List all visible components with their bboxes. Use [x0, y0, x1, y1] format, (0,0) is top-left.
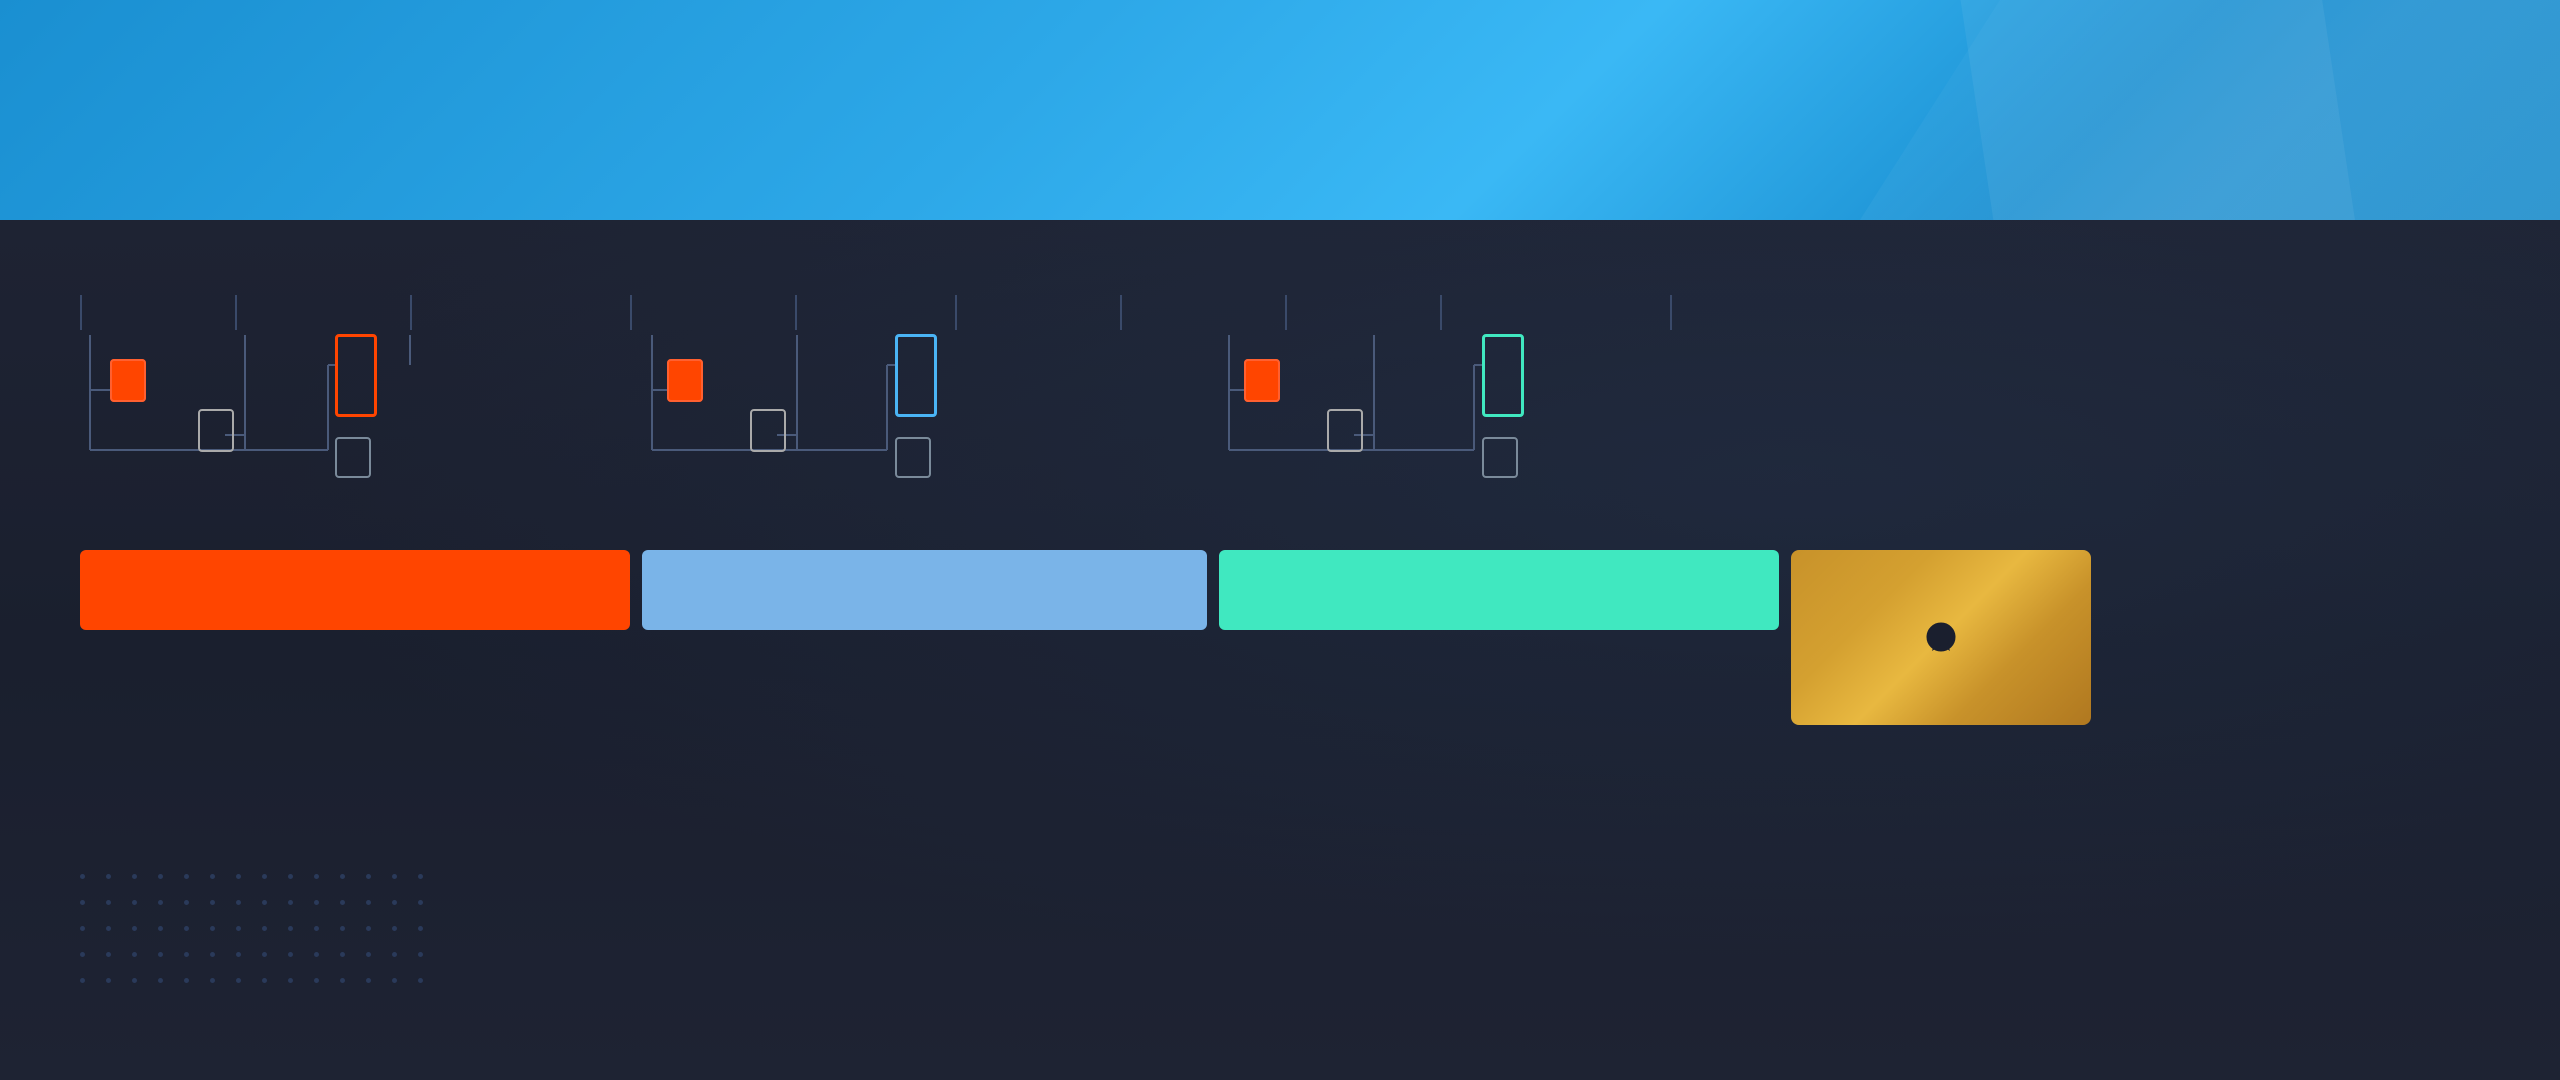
spring-open-badge	[1244, 367, 1280, 395]
winter-invitational-badge	[895, 445, 931, 471]
month-dec	[410, 290, 630, 330]
june-tick	[1440, 295, 1442, 330]
month-feb	[795, 290, 955, 330]
worlds-section	[1791, 335, 2091, 725]
apr-tick	[1120, 295, 1122, 330]
fall-events-area	[80, 335, 630, 535]
fall-split-bar	[80, 550, 630, 630]
spring-cup-badge	[1327, 417, 1363, 445]
feb-tick	[795, 295, 797, 330]
may-tick	[1285, 295, 1287, 330]
month-june	[1440, 290, 1670, 330]
month-jan	[630, 290, 795, 330]
mar-tick	[955, 295, 957, 330]
fall-major-badge	[335, 340, 377, 411]
spring-events-area	[1219, 335, 1779, 535]
winter-major-badge	[895, 340, 937, 411]
jan-tick	[630, 295, 632, 330]
month-nov	[235, 290, 410, 330]
main-content: // Generate dots const dp = document.que…	[0, 220, 2560, 1080]
spring-major-badge	[1482, 340, 1524, 411]
worlds-events-spacer	[1791, 335, 2091, 535]
oct-tick	[80, 295, 82, 330]
timeline-layout	[80, 280, 2480, 725]
fall-open-badge	[110, 367, 146, 395]
month-may	[1285, 290, 1440, 330]
winter-split-section	[642, 335, 1207, 630]
spring-invitational-badge	[1482, 445, 1518, 471]
month-mar	[955, 290, 1120, 330]
fall-cup-badge	[198, 417, 234, 445]
month-july	[1670, 290, 1870, 330]
header	[0, 0, 2560, 220]
winter-events-area	[642, 335, 1207, 535]
spring-split-bar	[1219, 550, 1779, 630]
fall-split-section	[80, 335, 630, 630]
worlds-championship-box	[1791, 550, 2091, 725]
nov-tick	[235, 295, 237, 330]
winter-cup-badge	[750, 417, 786, 445]
month-oct	[80, 290, 235, 330]
months-row	[80, 290, 2480, 330]
july-tick	[1670, 295, 1672, 330]
schedule-main-area	[80, 335, 2480, 725]
dec-tick	[410, 295, 412, 330]
spring-split-section	[1219, 335, 1779, 630]
winter-split-bar	[642, 550, 1207, 630]
month-apr	[1120, 290, 1285, 330]
dot-pattern-decoration: // Generate dots const dp = document.que…	[80, 874, 440, 1000]
winter-open-badge	[667, 367, 703, 395]
fall-invitational-badge	[335, 445, 371, 471]
rocket-league-icon	[1925, 621, 1957, 653]
